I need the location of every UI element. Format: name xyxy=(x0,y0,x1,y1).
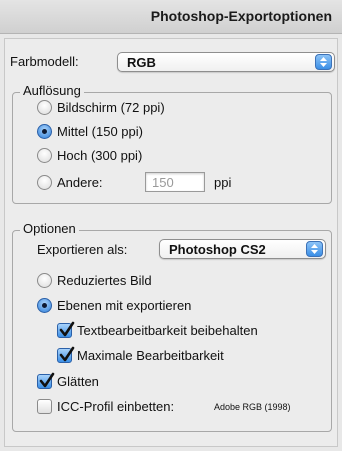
checkbox-checked[interactable] xyxy=(57,321,75,338)
other-ppi-input[interactable]: 150 xyxy=(145,172,205,192)
export-as-value: Photoshop CS2 xyxy=(169,242,266,257)
radio-label: Hoch (300 ppi) xyxy=(57,148,143,163)
radio-label: Reduziertes Bild xyxy=(57,273,152,288)
checkbox-label: Glätten xyxy=(57,374,99,389)
color-model-select[interactable]: RGB xyxy=(117,52,335,72)
resolution-legend: Auflösung xyxy=(20,83,84,98)
radio-button-selected[interactable] xyxy=(37,124,52,139)
ppi-unit-label: ppi xyxy=(214,175,232,190)
color-model-label: Farbmodell: xyxy=(10,54,79,69)
window-titlebar: Photoshop-Exportoptionen xyxy=(0,0,342,34)
export-as-label: Exportieren als: xyxy=(37,242,128,257)
checkbox-checked[interactable] xyxy=(37,372,55,389)
checkmark-icon xyxy=(59,346,75,362)
checkbox-label: Textbearbeitbarkeit beibehalten xyxy=(77,323,258,338)
checkmark-icon xyxy=(39,372,55,388)
chevron-updown-icon xyxy=(306,241,323,257)
radio-button[interactable] xyxy=(37,175,52,190)
radio-button-selected[interactable] xyxy=(37,298,52,313)
export-as-select[interactable]: Photoshop CS2 xyxy=(159,239,326,259)
icc-profile-name: Adobe RGB (1998) xyxy=(214,402,291,412)
checkbox-checked[interactable] xyxy=(57,346,75,363)
checkmark-icon xyxy=(59,321,75,337)
radio-button[interactable] xyxy=(37,148,52,163)
other-ppi-placeholder: 150 xyxy=(152,175,174,190)
radio-label: Andere: xyxy=(57,175,103,190)
color-model-value: RGB xyxy=(127,55,156,70)
checkbox-label: ICC-Profil einbetten: xyxy=(57,399,175,414)
radio-button[interactable] xyxy=(37,273,52,288)
options-legend: Optionen xyxy=(20,221,79,236)
checkbox-unchecked[interactable] xyxy=(37,399,52,414)
radio-label: Ebenen mit exportieren xyxy=(57,298,192,313)
window-title: Photoshop-Exportoptionen xyxy=(150,8,332,24)
radio-label: Mittel (150 ppi) xyxy=(57,124,143,139)
radio-button[interactable] xyxy=(37,100,52,115)
checkbox-label: Maximale Bearbeitbarkeit xyxy=(77,348,224,363)
chevron-updown-icon xyxy=(315,54,332,70)
radio-label: Bildschirm (72 ppi) xyxy=(57,100,165,115)
export-options-dialog: Farbmodell: RGB Auflösung Bildschirm (72… xyxy=(4,38,338,447)
